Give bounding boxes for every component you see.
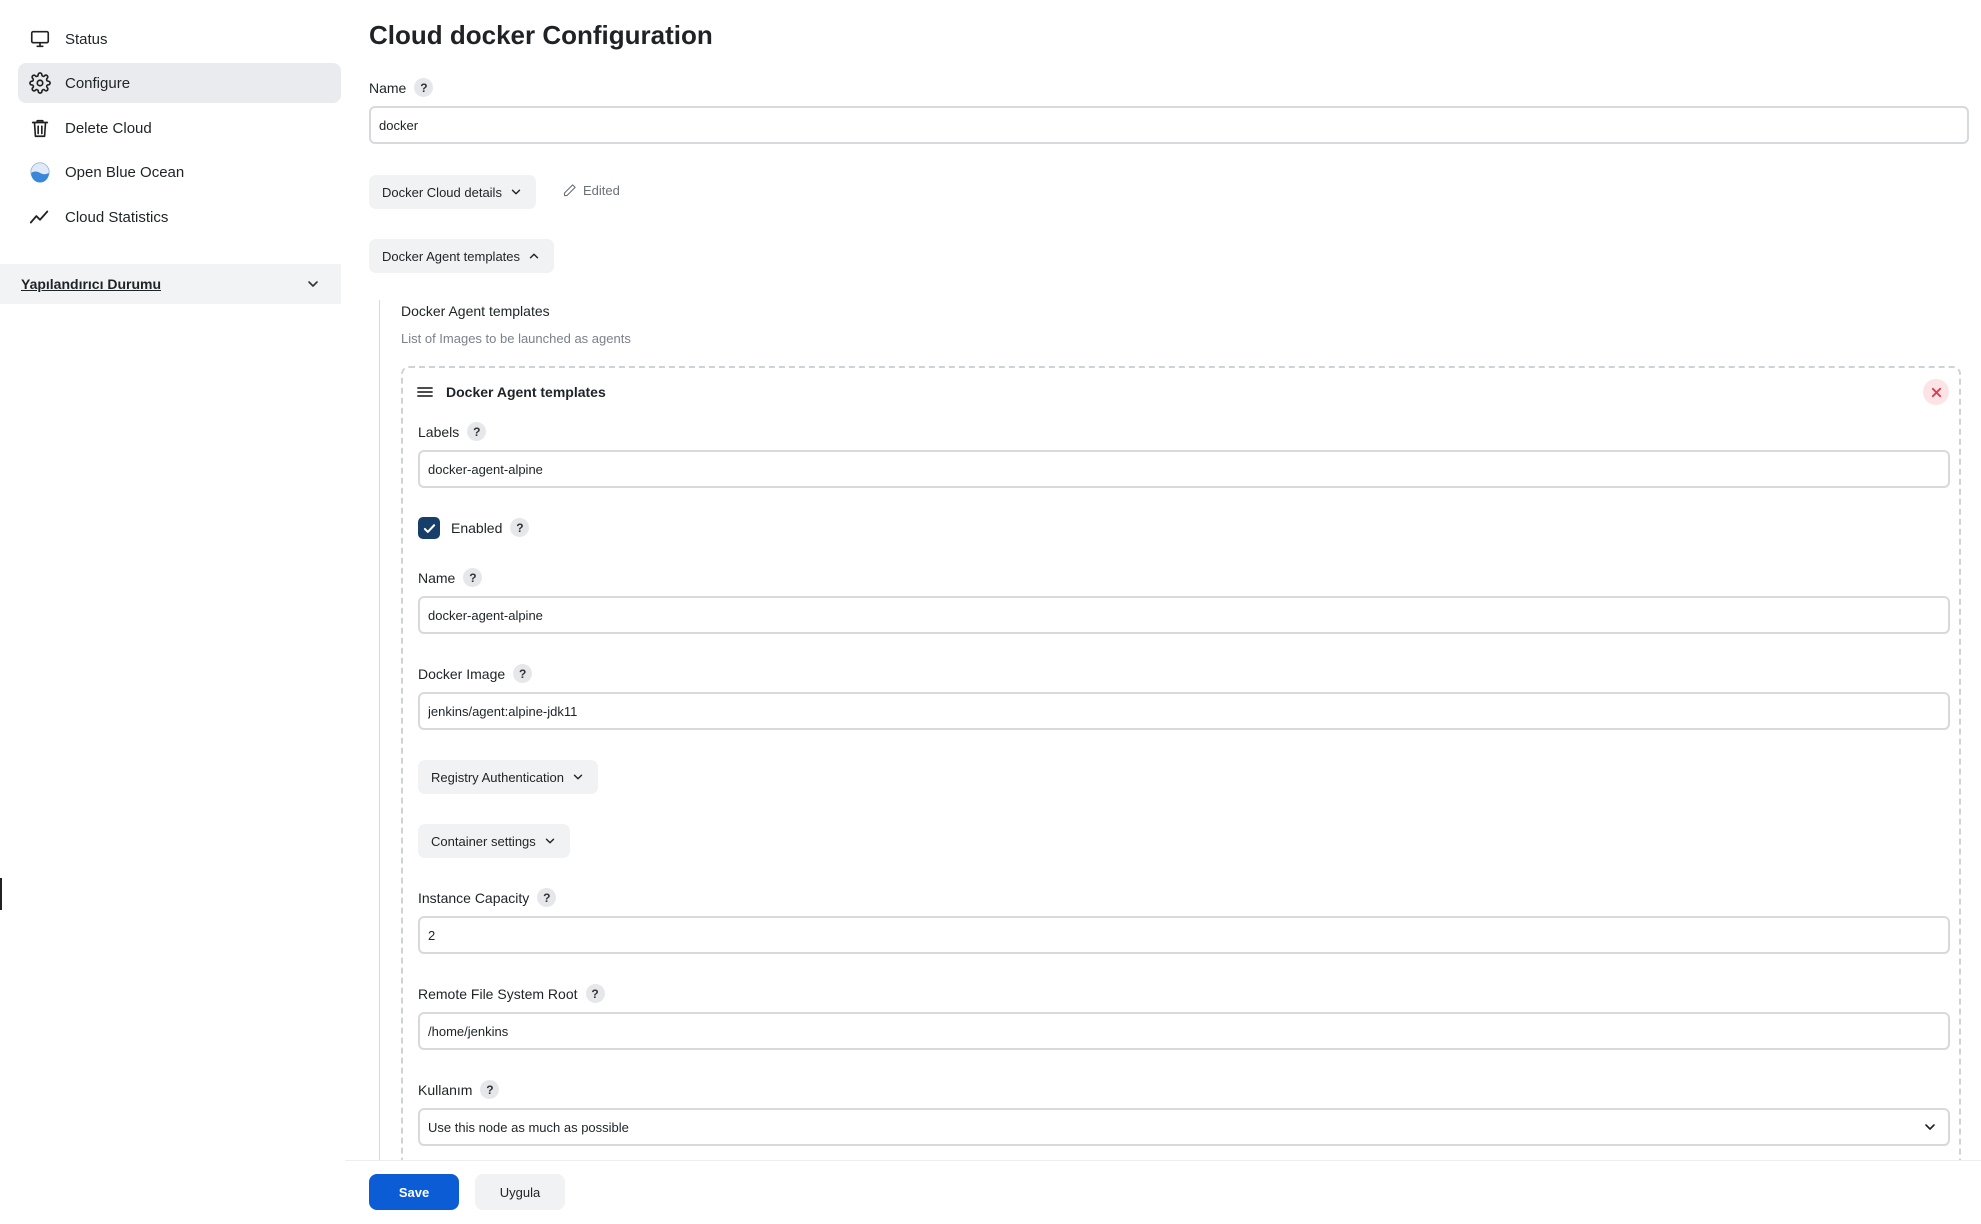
blue-ocean-icon — [28, 160, 52, 184]
sidebar-item-cloud-statistics[interactable]: Cloud Statistics — [18, 197, 341, 237]
help-icon[interactable]: ? — [467, 422, 487, 441]
container-settings-label: Container settings — [431, 833, 536, 849]
docker-image-label: Docker Image ? — [418, 664, 533, 683]
apply-button[interactable]: Uygula — [475, 1174, 565, 1210]
sidebar-section-label: Yapılandırıcı Durumu — [21, 276, 162, 292]
help-icon[interactable]: ? — [414, 78, 434, 97]
help-icon[interactable]: ? — [510, 518, 530, 537]
save-button[interactable]: Save — [369, 1174, 459, 1210]
help-icon[interactable]: ? — [463, 568, 483, 587]
page-title: Cloud docker Configuration — [369, 20, 713, 50]
docker-cloud-details-button[interactable]: Docker Cloud details — [369, 175, 536, 209]
cloud-name-label-text: Name — [369, 79, 407, 96]
remote-fs-root-label-text: Remote File System Root — [418, 985, 578, 1002]
delete-template-button[interactable] — [1923, 379, 1949, 405]
sidebar-item-delete-cloud[interactable]: Delete Cloud — [18, 108, 341, 148]
gear-icon — [28, 71, 52, 95]
sidebar: Status Configure Delete Cloud Open Blue … — [0, 0, 345, 1224]
instance-capacity-label: Instance Capacity ? — [418, 888, 557, 907]
window-edge — [0, 878, 2, 910]
cloud-name-input[interactable] — [369, 106, 1969, 144]
template-name-input[interactable] — [418, 596, 1950, 634]
docker-image-label-text: Docker Image — [418, 665, 506, 682]
sidebar-item-label: Delete Cloud — [65, 119, 152, 137]
monitor-icon — [28, 27, 52, 51]
instance-capacity-label-text: Instance Capacity — [418, 889, 530, 906]
labels-label: Labels ? — [418, 422, 487, 441]
template-name-label-text: Name — [418, 569, 456, 586]
template-name-label: Name ? — [418, 568, 483, 587]
templates-section-description: List of Images to be launched as agents — [401, 331, 631, 346]
usage-select[interactable]: Use this node as much as possible — [418, 1108, 1950, 1146]
container-settings-button[interactable]: Container settings — [418, 824, 570, 858]
registry-authentication-label: Registry Authentication — [431, 769, 564, 785]
close-icon — [1931, 387, 1941, 397]
enabled-label-text: Enabled — [451, 519, 503, 536]
labels-label-text: Labels — [418, 423, 460, 440]
usage-select-value: Use this node as much as possible — [428, 1119, 629, 1135]
chevron-up-icon — [529, 253, 539, 259]
docker-agent-templates-toggle[interactable]: Docker Agent templates — [369, 239, 555, 273]
sidebar-item-label: Open Blue Ocean — [65, 163, 185, 181]
help-icon[interactable]: ? — [585, 984, 605, 1003]
templates-section-title: Docker Agent templates — [401, 303, 550, 319]
sidebar-item-label: Cloud Statistics — [65, 208, 169, 226]
section-indent-line — [379, 300, 380, 1224]
chevron-down-icon — [511, 189, 521, 195]
sidebar-item-status[interactable]: Status — [18, 19, 341, 59]
chevron-down-icon — [305, 276, 321, 297]
line-chart-icon — [28, 205, 52, 229]
usage-label-text: Kullanım — [418, 1081, 473, 1098]
cloud-name-label: Name ? — [369, 78, 434, 97]
docker-agent-template-card: Docker Agent templates Labels ? Enabled … — [401, 366, 1961, 1224]
registry-authentication-button[interactable]: Registry Authentication — [418, 760, 598, 794]
chevron-down-icon — [1922, 1119, 1938, 1138]
help-icon[interactable]: ? — [537, 888, 557, 907]
edited-label: Edited — [583, 183, 620, 198]
docker-image-input[interactable] — [418, 692, 1950, 730]
sidebar-item-label: Status — [65, 30, 108, 48]
usage-label: Kullanım ? — [418, 1080, 500, 1099]
docker-agent-templates-toggle-label: Docker Agent templates — [382, 248, 521, 264]
drag-handle-icon[interactable] — [417, 385, 433, 399]
checkmark-icon — [423, 523, 435, 533]
template-card-header: Docker Agent templates — [417, 384, 606, 400]
sidebar-item-configure[interactable]: Configure — [18, 63, 341, 103]
trash-icon — [28, 116, 52, 140]
remote-fs-root-label: Remote File System Root ? — [418, 984, 605, 1003]
sidebar-item-label: Configure — [65, 74, 131, 92]
help-icon[interactable]: ? — [513, 664, 533, 683]
template-card-title: Docker Agent templates — [446, 384, 606, 400]
docker-cloud-details-label: Docker Cloud details — [382, 184, 502, 200]
enabled-label: Enabled ? — [451, 518, 530, 537]
remote-fs-root-input[interactable] — [418, 1012, 1950, 1050]
chevron-down-icon — [573, 774, 583, 780]
sidebar-item-open-blue-ocean[interactable]: Open Blue Ocean — [18, 152, 341, 192]
help-icon[interactable]: ? — [480, 1080, 500, 1099]
labels-input[interactable] — [418, 450, 1950, 488]
chevron-down-icon — [545, 838, 554, 844]
enabled-checkbox[interactable] — [418, 517, 440, 539]
pencil-icon — [563, 184, 576, 197]
edited-indicator: Edited — [562, 183, 620, 198]
bottom-action-bar: Save Uygula — [345, 1160, 1981, 1224]
sidebar-section-configuration-status[interactable]: Yapılandırıcı Durumu — [0, 264, 341, 304]
instance-capacity-input[interactable] — [418, 916, 1950, 954]
